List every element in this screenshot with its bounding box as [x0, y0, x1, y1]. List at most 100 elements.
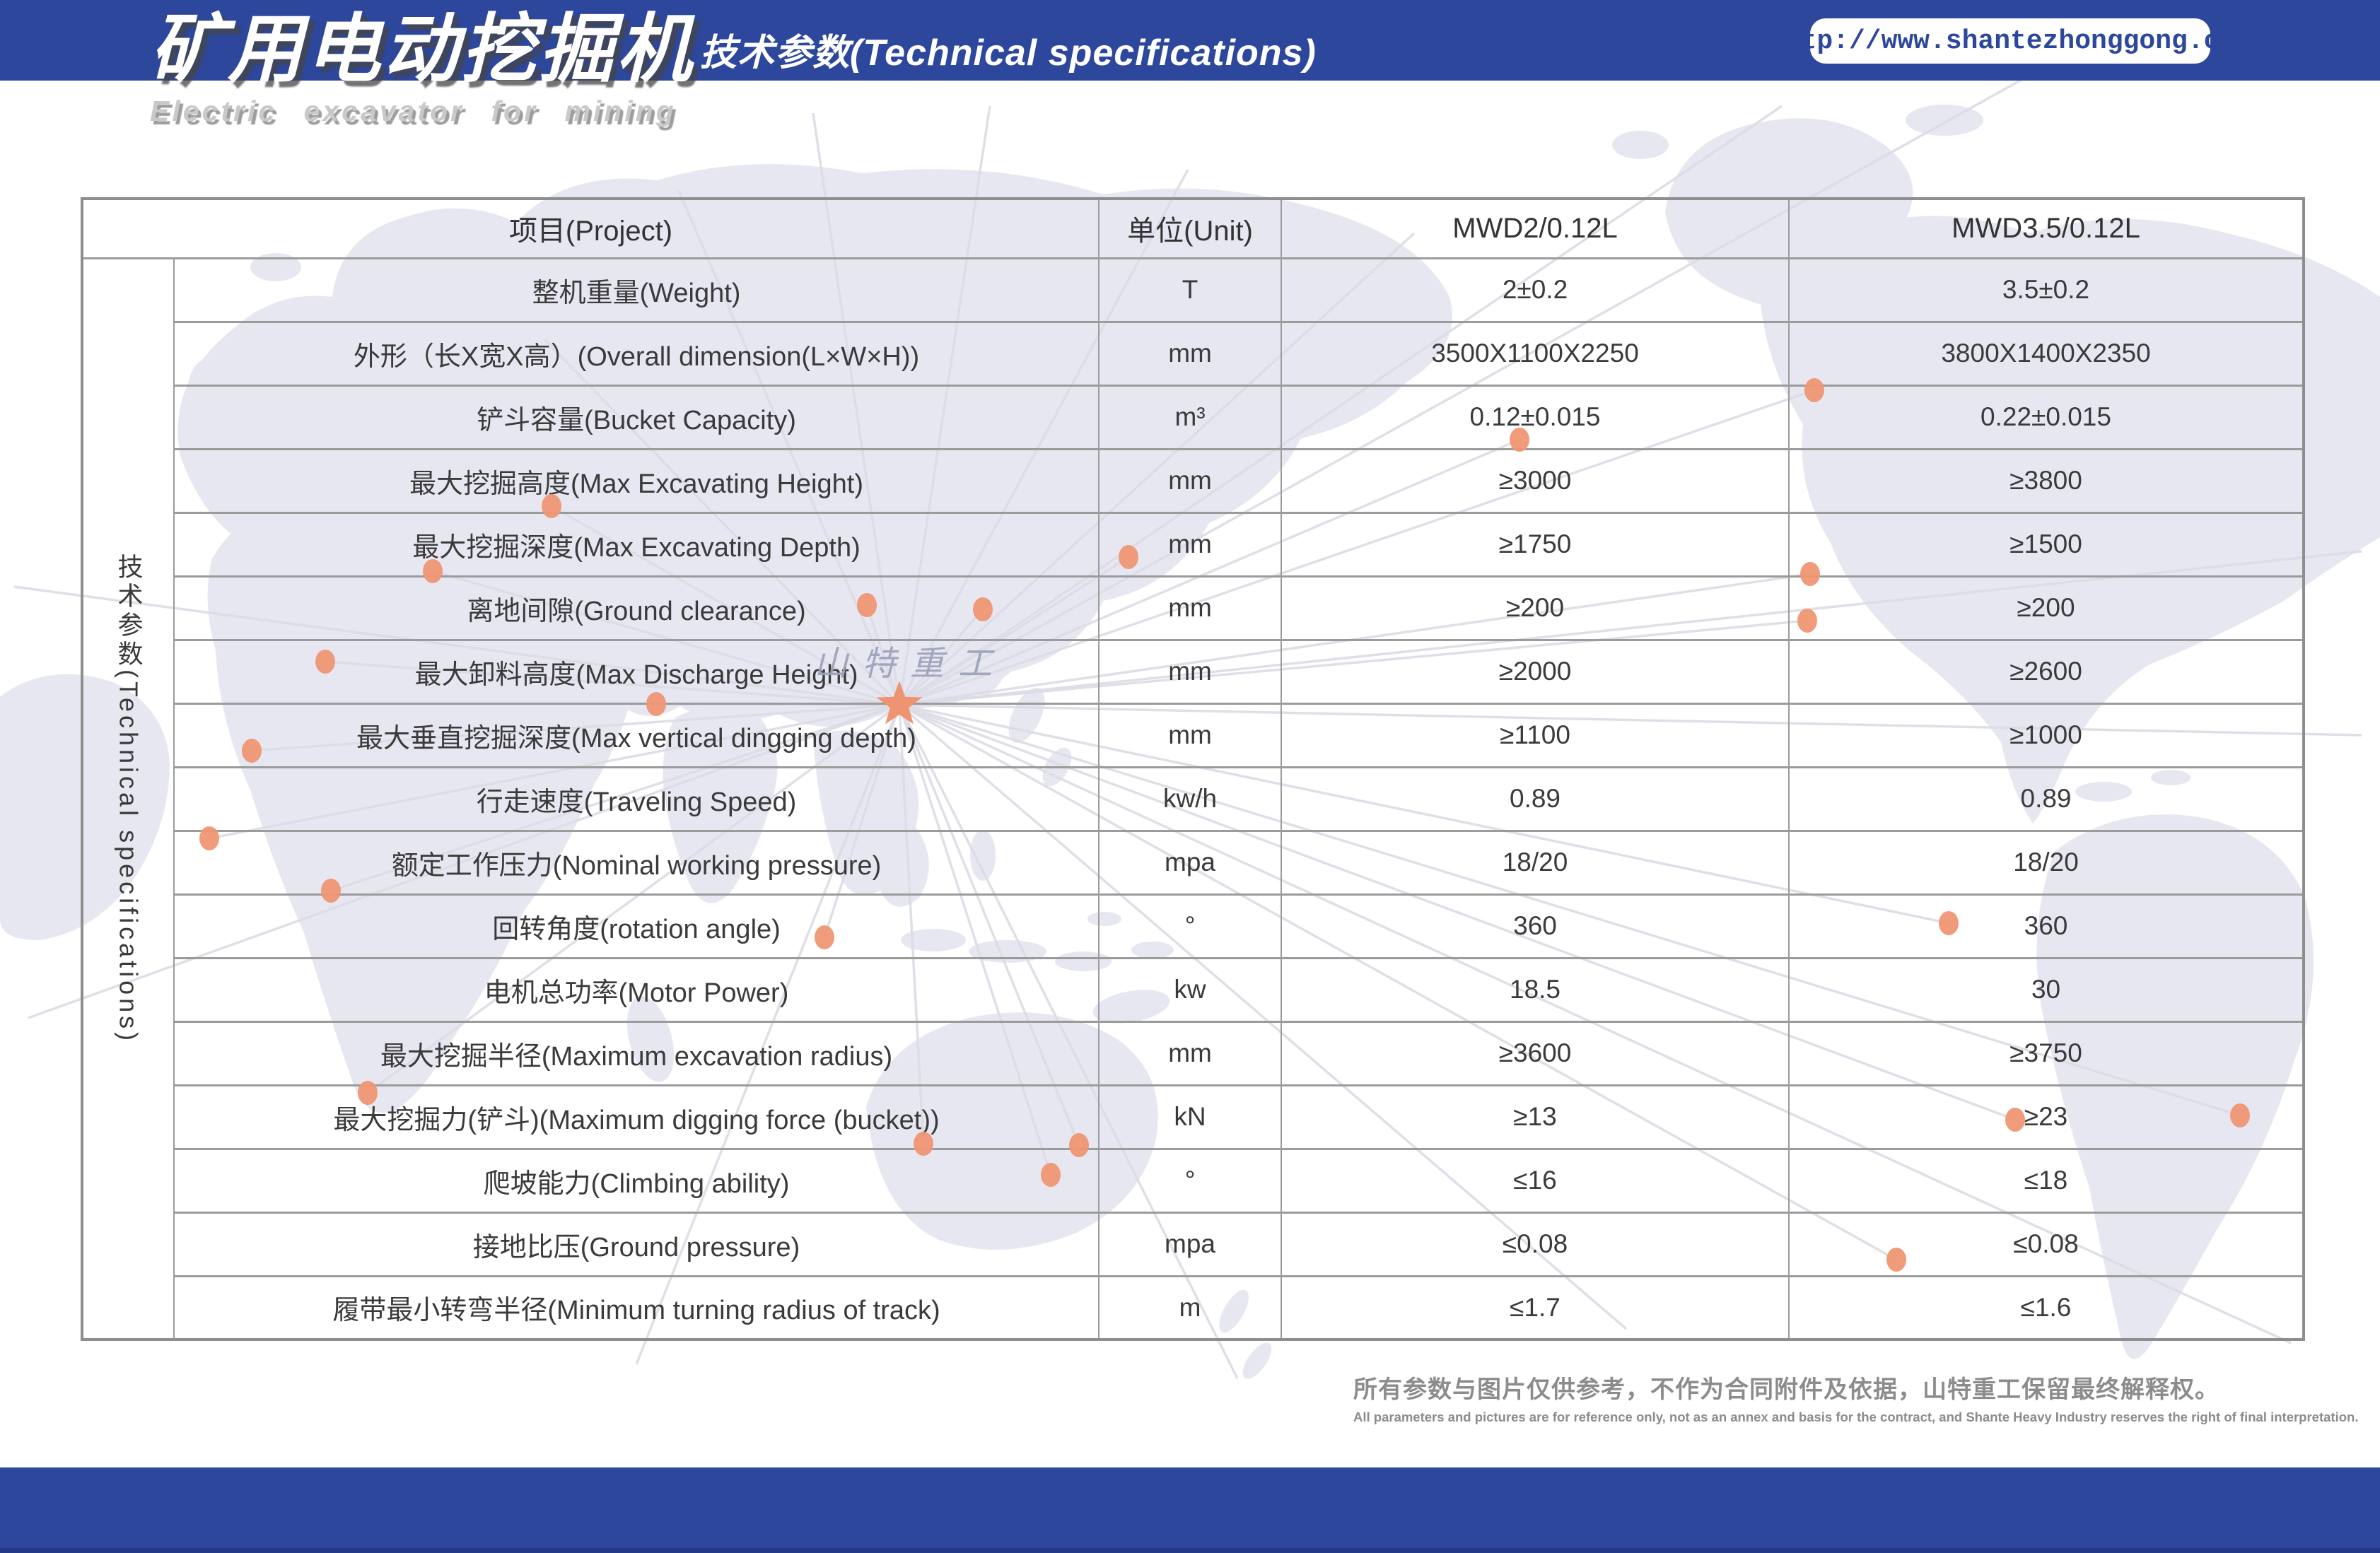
value-cell-mwd2: ≥1750: [1281, 511, 1790, 578]
value-cell-mwd35: ≤0.08: [1788, 1211, 2305, 1277]
table-header-row: 项目(Project) 单位(Unit) MWD2/0.12L MWD3.5/0…: [81, 197, 2305, 259]
unit-cell: mm: [1098, 702, 1283, 768]
table-row: 电机总功率(Motor Power) kw 18.5 30: [82, 956, 2305, 1023]
project-cell: 最大卸料高度(Max Discharge Height): [173, 638, 1100, 705]
column-header-mwd35: MWD3.5/0.12L: [1788, 197, 2305, 259]
unit-cell: m: [1098, 1274, 1283, 1341]
disclaimer-chinese: 所有参数与图片仅供参考，不作为合同附件及依据，山特重工保留最终解释权。: [1353, 1376, 2219, 1403]
value-cell-mwd35: ≥3750: [1788, 1020, 2305, 1086]
table-row: 技术参数(Technical specifications) 整机重量(Weigh…: [81, 257, 2305, 1341]
table-row: 最大挖掘深度(Max Excavating Depth) mm ≥1750 ≥1500: [82, 511, 2305, 578]
unit-cell: mm: [1098, 320, 1283, 387]
project-cell: 额定工作压力(Nominal working pressure): [173, 829, 1100, 896]
value-cell-mwd35: ≥1500: [1788, 511, 2305, 578]
unit-cell: mm: [1098, 1020, 1283, 1086]
unit-cell: mpa: [1098, 1211, 1283, 1277]
value-cell-mwd2: 3500X1100X2250: [1281, 320, 1790, 387]
value-cell-mwd2: 0.89: [1281, 766, 1790, 832]
unit-cell: mm: [1098, 511, 1283, 578]
table-row: 离地间隙(Ground clearance) mm ≥200 ≥200: [82, 575, 2305, 641]
unit-cell: mm: [1098, 638, 1283, 705]
table-row: 最大卸料高度(Max Discharge Height) mm ≥2000 ≥2600: [82, 638, 2305, 705]
table-row: 最大垂直挖掘深度(Max vertical dingging depth) mm ≥…: [82, 702, 2305, 768]
table-row: 额定工作压力(Nominal working pressure) mpa 18/20…: [82, 829, 2305, 896]
project-cell: 最大挖掘力(铲斗)(Maximum digging force (bucket)…: [173, 1084, 1100, 1150]
value-cell-mwd35: ≥3800: [1788, 447, 2305, 514]
table-row: 最大挖掘力(铲斗)(Maximum digging force (bucket)…: [82, 1084, 2305, 1150]
value-cell-mwd2: 360: [1281, 893, 1790, 959]
brand-logo: 矿用电动挖掘机 Electric excavator for mining: [150, 7, 694, 128]
page-title: 技术参数(Technical specifications): [700, 33, 1317, 74]
table-row: 爬坡能力(Climbing ability) ° ≤16 ≤18: [82, 1147, 2305, 1214]
spec-table: 项目(Project) 单位(Unit) MWD2/0.12L MWD3.5/0…: [81, 197, 2306, 1341]
value-cell-mwd35: 360: [1788, 893, 2305, 959]
value-cell-mwd2: 2±0.2: [1281, 257, 1790, 323]
value-cell-mwd35: ≥23: [1788, 1084, 2305, 1150]
project-cell: 最大垂直挖掘深度(Max vertical dingging depth): [173, 702, 1100, 768]
project-cell: 最大挖掘半径(Maximum excavation radius): [173, 1020, 1100, 1086]
table-row: 最大挖掘高度(Max Excavating Height) mm ≥3000 ≥380…: [82, 447, 2305, 514]
value-cell-mwd2: ≥3000: [1281, 447, 1790, 514]
value-cell-mwd35: 18/20: [1788, 829, 2305, 896]
unit-cell: T: [1098, 257, 1283, 323]
unit-cell: mm: [1098, 575, 1283, 641]
table-row: 回转角度(rotation angle) ° 360 360: [82, 893, 2305, 959]
column-header-unit: 单位(Unit): [1098, 197, 1283, 259]
disclaimer-english: All parameters and pictures are for refe…: [1353, 1410, 2359, 1424]
project-cell: 回转角度(rotation angle): [173, 893, 1100, 959]
value-cell-mwd35: 3.5±0.2: [1788, 257, 2305, 323]
value-cell-mwd2: ≥13: [1281, 1084, 1790, 1150]
table-row: 接地比压(Ground pressure) mpa ≤0.08 ≤0.08: [82, 1211, 2305, 1277]
value-cell-mwd35: ≥2600: [1788, 638, 2305, 705]
unit-cell: kw/h: [1098, 766, 1283, 832]
value-cell-mwd2: ≤1.7: [1281, 1274, 1790, 1341]
unit-cell: °: [1098, 1147, 1283, 1214]
value-cell-mwd2: ≥200: [1281, 575, 1790, 641]
value-cell-mwd2: 18/20: [1281, 829, 1790, 896]
unit-cell: mm: [1098, 447, 1283, 514]
project-cell: 离地间隙(Ground clearance): [173, 575, 1100, 641]
project-cell: 最大挖掘深度(Max Excavating Depth): [173, 511, 1100, 578]
value-cell-mwd2: ≤0.08: [1281, 1211, 1790, 1277]
table-row: 最大挖掘半径(Maximum excavation radius) mm ≥3600…: [82, 1020, 2305, 1086]
value-cell-mwd2: ≤16: [1281, 1147, 1790, 1214]
table-row: 行走速度(Traveling Speed) kw/h 0.89 0.89: [82, 766, 2305, 832]
logo-title: 矿用电动挖掘机: [150, 8, 694, 91]
value-cell-mwd2: 18.5: [1281, 956, 1790, 1023]
value-cell-mwd35: ≥1000: [1788, 702, 2305, 768]
disclaimer: 所有参数与图片仅供参考，不作为合同附件及依据，山特重工保留最终解释权。 All …: [1353, 1370, 2358, 1425]
value-cell-mwd35: ≥200: [1788, 575, 2305, 641]
project-cell: 最大挖掘高度(Max Excavating Height): [173, 447, 1100, 514]
table-row: 外形（长X宽X高）(Overall dimension(L×W×H)) mm 350…: [82, 320, 2305, 387]
project-cell: 接地比压(Ground pressure): [173, 1211, 1100, 1277]
project-cell: 行走速度(Traveling Speed): [173, 766, 1100, 832]
value-cell-mwd2: 0.12±0.015: [1281, 384, 1790, 450]
unit-cell: m³: [1098, 384, 1283, 450]
project-cell: 整机重量(Weight): [173, 257, 1100, 323]
column-header-mwd2: MWD2/0.12L: [1281, 197, 1790, 259]
value-cell-mwd35: ≤1.6: [1788, 1274, 2305, 1341]
project-cell: 爬坡能力(Climbing ability): [173, 1147, 1100, 1214]
unit-cell: °: [1098, 893, 1283, 959]
unit-cell: kN: [1098, 1084, 1283, 1150]
value-cell-mwd2: ≥3600: [1281, 1020, 1790, 1086]
logo-subtitle: Electric excavator for mining: [150, 94, 677, 127]
project-cell: 电机总功率(Motor Power): [173, 956, 1100, 1023]
website-url[interactable]: Http://www.shantezhonggong.com: [1768, 26, 2252, 57]
value-cell-mwd2: ≥2000: [1281, 638, 1790, 705]
table-row: 履带最小转弯半径(Minimum turning radius of track…: [82, 1274, 2305, 1341]
value-cell-mwd35: 30: [1788, 956, 2305, 1023]
value-cell-mwd35: 0.22±0.015: [1788, 384, 2305, 450]
unit-cell: kw: [1098, 956, 1283, 1023]
website-url-pill[interactable]: Http://www.shantezhonggong.com: [1768, 18, 2252, 64]
table-row: 铲斗容量(Bucket Capacity) m³ 0.12±0.015 0.22±0.…: [82, 384, 2305, 450]
bottom-footer-bar: [0, 1467, 2380, 1553]
row-group-label: 技术参数(Technical specifications): [81, 257, 175, 1341]
project-cell: 铲斗容量(Bucket Capacity): [173, 384, 1100, 450]
value-cell-mwd2: ≥1100: [1281, 702, 1790, 768]
value-cell-mwd35: ≤18: [1788, 1147, 2305, 1214]
value-cell-mwd35: 0.89: [1788, 766, 2305, 832]
column-header-project: 项目(Project): [81, 197, 1100, 259]
project-cell: 外形（长X宽X高）(Overall dimension(L×W×H)): [173, 320, 1100, 387]
value-cell-mwd35: 3800X1400X2350: [1788, 320, 2305, 387]
